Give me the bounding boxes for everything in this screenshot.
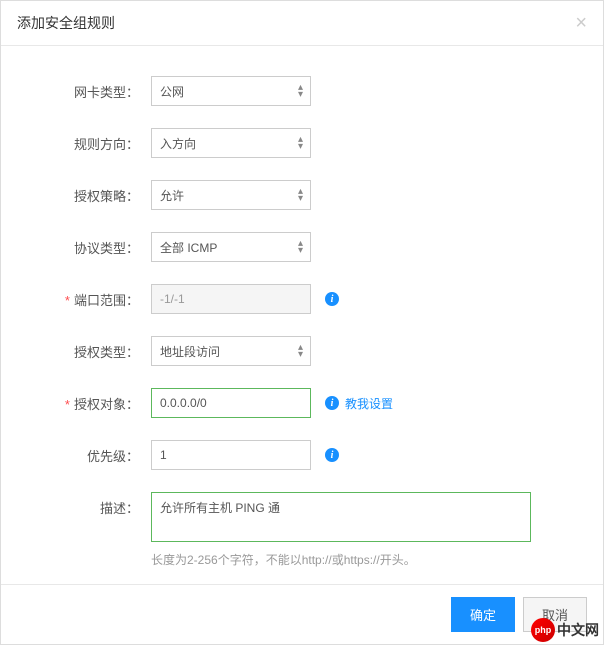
select-auth-type[interactable]: ▴▾	[151, 336, 311, 366]
protocol-type-value[interactable]	[151, 232, 311, 262]
label-auth-object: 授权对象：	[21, 394, 151, 413]
description-textarea[interactable]	[151, 492, 531, 542]
row-rule-direction: 规则方向： ▴▾	[21, 128, 583, 158]
close-icon[interactable]: ×	[575, 13, 587, 33]
auth-policy-value[interactable]	[151, 180, 311, 210]
row-auth-policy: 授权策略： ▴▾	[21, 180, 583, 210]
label-port-range: 端口范围：	[21, 290, 151, 309]
label-protocol-type: 协议类型：	[21, 238, 151, 257]
auth-object-input[interactable]	[151, 388, 311, 418]
modal-body: 网卡类型： ▴▾ 规则方向： ▴▾ 授权策略： ▴▾ 协议类型：	[1, 46, 603, 610]
modal-header: 添加安全组规则 ×	[1, 1, 603, 46]
row-port-range: 端口范围： i	[21, 284, 583, 314]
label-auth-policy: 授权策略：	[21, 186, 151, 205]
confirm-button[interactable]: 确定	[451, 597, 515, 632]
nic-type-value[interactable]	[151, 76, 311, 106]
info-icon[interactable]: i	[325, 448, 339, 462]
select-nic-type[interactable]: ▴▾	[151, 76, 311, 106]
row-description: 描述： 长度为2-256个字符，不能以http://或https://开头。	[21, 492, 583, 568]
modal-footer: 确定 取消	[1, 584, 603, 644]
cancel-button[interactable]: 取消	[523, 597, 587, 632]
auth-type-value[interactable]	[151, 336, 311, 366]
port-range-input	[151, 284, 311, 314]
help-link-auth-object[interactable]: 教我设置	[345, 395, 393, 412]
label-nic-type: 网卡类型：	[21, 82, 151, 101]
label-description: 描述：	[21, 492, 151, 517]
info-icon[interactable]: i	[325, 292, 339, 306]
info-icon[interactable]: i	[325, 396, 339, 410]
description-wrap: 长度为2-256个字符，不能以http://或https://开头。	[151, 492, 531, 568]
row-auth-object: 授权对象： i 教我设置	[21, 388, 583, 418]
label-priority: 优先级：	[21, 446, 151, 465]
rule-direction-value[interactable]	[151, 128, 311, 158]
priority-input[interactable]	[151, 440, 311, 470]
description-hint: 长度为2-256个字符，不能以http://或https://开头。	[151, 551, 531, 568]
row-auth-type: 授权类型： ▴▾	[21, 336, 583, 366]
row-nic-type: 网卡类型： ▴▾	[21, 76, 583, 106]
select-rule-direction[interactable]: ▴▾	[151, 128, 311, 158]
label-auth-type: 授权类型：	[21, 342, 151, 361]
add-security-rule-modal: 添加安全组规则 × 网卡类型： ▴▾ 规则方向： ▴▾ 授权策略： ▴▾	[0, 0, 604, 645]
select-protocol-type[interactable]: ▴▾	[151, 232, 311, 262]
label-rule-direction: 规则方向：	[21, 134, 151, 153]
select-auth-policy[interactable]: ▴▾	[151, 180, 311, 210]
row-priority: 优先级： i	[21, 440, 583, 470]
row-protocol-type: 协议类型： ▴▾	[21, 232, 583, 262]
modal-title: 添加安全组规则	[17, 13, 115, 33]
